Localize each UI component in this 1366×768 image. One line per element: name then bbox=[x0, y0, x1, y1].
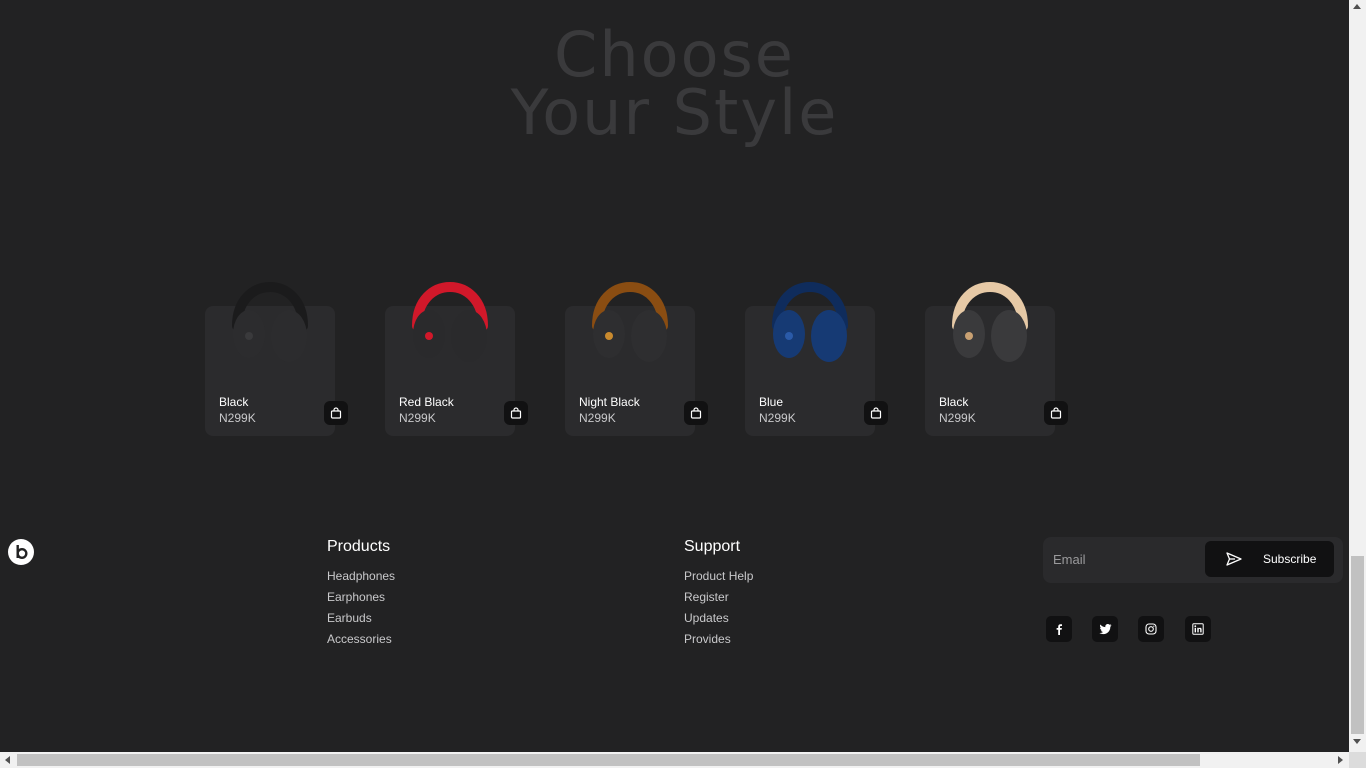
vertical-scroll-thumb[interactable] bbox=[1351, 556, 1364, 734]
footer-link-provides[interactable]: Provides bbox=[684, 632, 753, 646]
twitter-icon[interactable] bbox=[1092, 616, 1118, 642]
twitter-glyph bbox=[1098, 624, 1111, 635]
beats-logo-mark bbox=[16, 545, 28, 560]
scroll-down-arrow-icon[interactable] bbox=[1353, 739, 1361, 744]
linkedin-icon[interactable] bbox=[1185, 616, 1211, 642]
footer-link-product-help[interactable]: Product Help bbox=[684, 569, 753, 583]
subscribe-button-label: Subscribe bbox=[1263, 552, 1317, 566]
footer-link-updates[interactable]: Updates bbox=[684, 611, 753, 625]
instagram-icon[interactable] bbox=[1138, 616, 1164, 642]
footer-products-title: Products bbox=[327, 538, 391, 555]
shopping-bag-icon bbox=[1050, 407, 1062, 419]
section-heading: Choose Your Style bbox=[0, 24, 1349, 149]
horizontal-scrollbar[interactable] bbox=[0, 752, 1349, 768]
headphones-icon bbox=[412, 282, 488, 362]
footer-link-earphones[interactable]: Earphones bbox=[327, 590, 395, 604]
add-to-cart-button[interactable] bbox=[684, 401, 708, 425]
product-price: N299K bbox=[579, 411, 616, 425]
beats-logo-icon[interactable] bbox=[8, 539, 34, 565]
add-to-cart-button[interactable] bbox=[324, 401, 348, 425]
shopping-bag-icon bbox=[690, 407, 702, 419]
scroll-up-arrow-icon[interactable] bbox=[1353, 4, 1361, 9]
add-to-cart-button[interactable] bbox=[864, 401, 888, 425]
shopping-bag-icon bbox=[870, 407, 882, 419]
page: Choose Your Style Black N299K Red Black … bbox=[0, 0, 1349, 752]
product-price: N299K bbox=[759, 411, 796, 425]
footer-support-column: Support Product Help Register Updates Pr… bbox=[684, 538, 753, 653]
scrollbar-corner bbox=[1349, 752, 1366, 768]
facebook-icon[interactable] bbox=[1046, 616, 1072, 642]
footer-link-register[interactable]: Register bbox=[684, 590, 753, 604]
product-name: Blue bbox=[759, 395, 784, 409]
product-name: Black bbox=[939, 395, 969, 409]
product-card[interactable]: Night Black N299K bbox=[565, 282, 708, 436]
email-input[interactable] bbox=[1053, 552, 1203, 567]
shopping-bag-icon bbox=[510, 407, 522, 419]
subscribe-form: Subscribe bbox=[1043, 537, 1343, 583]
product-price: N299K bbox=[219, 411, 256, 425]
add-to-cart-button[interactable] bbox=[1044, 401, 1068, 425]
product-card[interactable]: Blue N299K bbox=[745, 282, 888, 436]
vertical-scrollbar[interactable] bbox=[1349, 0, 1366, 752]
scroll-left-arrow-icon[interactable] bbox=[5, 756, 10, 764]
product-price: N299K bbox=[399, 411, 436, 425]
footer-link-headphones[interactable]: Headphones bbox=[327, 569, 395, 583]
footer-support-title: Support bbox=[684, 538, 741, 555]
horizontal-scroll-thumb[interactable] bbox=[17, 754, 1200, 766]
instagram-glyph bbox=[1145, 623, 1157, 635]
footer-link-earbuds[interactable]: Earbuds bbox=[327, 611, 395, 625]
facebook-glyph bbox=[1056, 624, 1062, 635]
linkedin-glyph bbox=[1192, 623, 1204, 635]
headphones-icon bbox=[592, 282, 668, 362]
product-price: N299K bbox=[939, 411, 976, 425]
footer-link-accessories[interactable]: Accessories bbox=[327, 632, 395, 646]
footer-products-column: Products Headphones Earphones Earbuds Ac… bbox=[327, 538, 395, 653]
product-name: Night Black bbox=[579, 395, 640, 409]
heading-line-2: Your Style bbox=[510, 76, 839, 149]
headphones-icon bbox=[772, 282, 848, 362]
headphones-icon bbox=[232, 282, 308, 362]
product-card[interactable]: Black N299K bbox=[205, 282, 348, 436]
subscribe-button[interactable]: Subscribe bbox=[1205, 541, 1334, 577]
product-name: Red Black bbox=[399, 395, 454, 409]
shopping-bag-icon bbox=[330, 407, 342, 419]
product-card[interactable]: Red Black N299K bbox=[385, 282, 528, 436]
product-card[interactable]: Black N299K bbox=[925, 282, 1068, 436]
headphones-icon bbox=[952, 282, 1028, 362]
scroll-right-arrow-icon[interactable] bbox=[1338, 756, 1343, 764]
add-to-cart-button[interactable] bbox=[504, 401, 528, 425]
send-icon bbox=[1226, 552, 1242, 566]
product-name: Black bbox=[219, 395, 249, 409]
